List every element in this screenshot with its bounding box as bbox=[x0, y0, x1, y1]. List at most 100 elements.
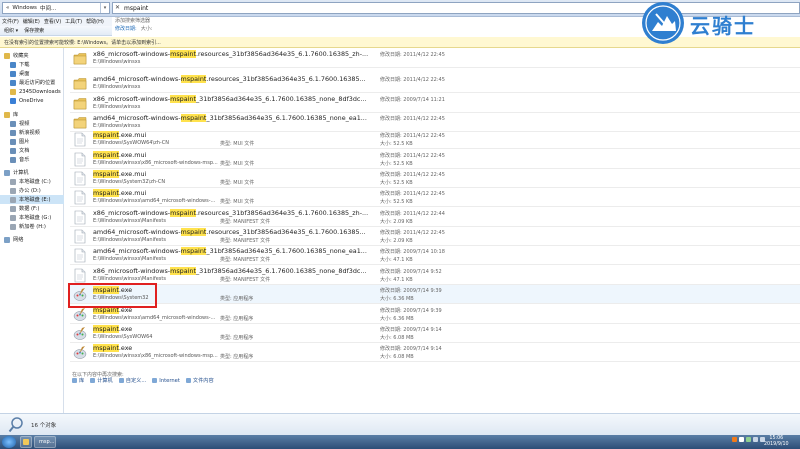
file-modified-date: 修改日期: 2009/7/14 9:14 bbox=[380, 345, 442, 352]
nav-item[interactable]: 音乐 bbox=[0, 155, 64, 164]
search-again-custom[interactable]: 自定义... bbox=[118, 377, 146, 384]
search-term-highlight: mspaint bbox=[180, 228, 207, 236]
nav-item[interactable]: 2345Downloads bbox=[0, 87, 64, 96]
nav-item-label: 桌面 bbox=[19, 71, 30, 77]
paint-app-icon bbox=[73, 327, 87, 340]
file-size: 大小: 6.08 MB bbox=[380, 335, 414, 341]
result-row[interactable]: mspaint.exe E:\Windows\winsxs\amd64_micro… bbox=[70, 305, 800, 324]
menu-help[interactable]: 帮助(H) bbox=[86, 18, 104, 25]
menu-edit[interactable]: 编辑(E) bbox=[23, 18, 40, 25]
search-term-highlight: mspaint bbox=[170, 267, 196, 275]
nav-item[interactable]: 收藏夹 bbox=[0, 51, 64, 60]
address-part[interactable]: 中间... bbox=[40, 4, 56, 12]
nav-item[interactable]: 数据 (F:) bbox=[0, 204, 64, 213]
nav-item-icon bbox=[10, 187, 16, 194]
search-again-internet[interactable]: Internet bbox=[152, 377, 180, 384]
save-search-button[interactable]: 保存搜索 bbox=[24, 27, 44, 34]
nav-item[interactable]: 计算机 bbox=[0, 168, 64, 177]
folder-icon bbox=[23, 439, 29, 445]
result-row[interactable]: amd64_microsoft-windows-mspaint.resource… bbox=[70, 74, 800, 93]
nav-item-icon bbox=[10, 70, 16, 77]
file-modified-date: 修改日期: 2011/4/12 22:45 bbox=[380, 190, 445, 197]
watermark-text: 云骑士 bbox=[690, 14, 756, 38]
network-icon[interactable] bbox=[746, 437, 751, 442]
result-row[interactable]: mspaint.exe.mui E:\Windows\winsxs\amd64_m… bbox=[70, 188, 800, 207]
search-input[interactable]: mspaint bbox=[124, 5, 148, 12]
input-mode-icon[interactable] bbox=[739, 437, 744, 442]
nav-item-icon bbox=[4, 111, 10, 118]
nav-item[interactable]: 最近访问的位置 bbox=[0, 78, 64, 87]
start-button[interactable] bbox=[2, 436, 16, 448]
close-icon[interactable]: ✕ bbox=[115, 5, 121, 11]
file-modified-date: 修改日期: 2011/4/12 22:45 bbox=[380, 152, 445, 159]
nav-item[interactable]: 网络 bbox=[0, 235, 64, 244]
taskbar-explorer[interactable] bbox=[20, 436, 32, 448]
taskbar-mspaint[interactable]: msp... bbox=[34, 436, 56, 448]
nav-item[interactable]: 新加卷 (H:) bbox=[0, 222, 64, 231]
nav-item-label: 本地磁盘 (E:) bbox=[19, 197, 51, 203]
nav-item[interactable]: 本地磁盘 (C:) bbox=[0, 177, 64, 186]
menu-file[interactable]: 文件(F) bbox=[2, 18, 19, 25]
nav-item[interactable]: 图片 bbox=[0, 137, 64, 146]
chevron-down-icon[interactable]: ▾ bbox=[100, 3, 109, 13]
nav-item[interactable]: 桌面 bbox=[0, 69, 64, 78]
result-row[interactable]: mspaint.exe.mui E:\Windows\winsxs\x86_mic… bbox=[70, 150, 800, 169]
result-row[interactable]: x86_microsoft-windows-mspaint.resources_… bbox=[70, 208, 800, 227]
file-type: 类型: MUI 文件 bbox=[220, 199, 255, 205]
result-row[interactable]: mspaint.exe E:\Windows\SysWOW64 类型: 应用程序 修改… bbox=[70, 324, 800, 343]
result-row[interactable]: x86_microsoft-windows-mspaint.resources_… bbox=[70, 49, 800, 68]
clock[interactable]: 15:06 2019/9/10 bbox=[764, 436, 789, 448]
address-bar[interactable]: « Windows 中间... ▾ bbox=[2, 2, 110, 14]
nav-item[interactable]: 库 bbox=[0, 110, 64, 119]
search-term-highlight: mspaint bbox=[170, 95, 196, 103]
ime-icon[interactable] bbox=[732, 437, 737, 442]
nav-item[interactable]: 本地磁盘 (E:) bbox=[0, 195, 64, 204]
menu-tools[interactable]: 工具(T) bbox=[65, 18, 82, 25]
nav-item[interactable]: 办公 (D:) bbox=[0, 186, 64, 195]
result-row[interactable]: mspaint.exe.mui E:\Windows\SysWOW64\zh-CN… bbox=[70, 130, 800, 149]
nav-item[interactable]: 本地磁盘 (G:) bbox=[0, 213, 64, 222]
document-icon bbox=[74, 171, 86, 186]
file-path: E:\Windows\SysWOW64 bbox=[93, 334, 153, 340]
address-part[interactable]: Windows bbox=[12, 5, 37, 11]
nav-item-label: 库 bbox=[13, 112, 19, 118]
result-row[interactable]: mspaint.exe E:\Windows\System32 类型: 应用程序 修改… bbox=[70, 285, 800, 304]
search-again-computer[interactable]: 计算机 bbox=[90, 377, 113, 384]
globe-icon bbox=[152, 378, 158, 383]
search-again-libraries[interactable]: 库 bbox=[72, 377, 84, 384]
search-again-file-contents[interactable]: 文件内容 bbox=[185, 377, 214, 384]
document-icon bbox=[74, 268, 86, 283]
result-row[interactable]: x86_microsoft-windows-mspaint_31bf3856ad… bbox=[70, 94, 800, 113]
result-row[interactable]: amd64_microsoft-windows-mspaint_31bf3856… bbox=[70, 246, 800, 265]
address-part: « bbox=[6, 5, 10, 11]
nav-item[interactable]: OneDrive bbox=[0, 96, 64, 105]
search-results-list: x86_microsoft-windows-mspaint.resources_… bbox=[65, 48, 800, 413]
file-name: mspaint.exe bbox=[93, 344, 133, 352]
nav-item-label: 收藏夹 bbox=[13, 53, 29, 59]
file-name: mspaint.exe bbox=[93, 325, 133, 333]
file-type: 类型: MANIFEST 文件 bbox=[220, 219, 271, 225]
nav-item-icon bbox=[10, 129, 16, 136]
organize-button[interactable]: 组织 ▾ bbox=[4, 27, 18, 34]
nav-item[interactable]: 下载 bbox=[0, 60, 64, 69]
nav-item-icon bbox=[10, 214, 16, 221]
result-row[interactable]: x86_microsoft-windows-mspaint_31bf3856ad… bbox=[70, 266, 800, 285]
file-name: x86_microsoft-windows-mspaint.resources_… bbox=[93, 50, 369, 58]
result-row[interactable]: mspaint.exe E:\Windows\winsxs\x86_microso… bbox=[70, 343, 800, 362]
filter-date-modified[interactable]: 修改日期: bbox=[115, 25, 137, 32]
filter-size[interactable]: 大小: bbox=[141, 25, 153, 32]
result-row[interactable]: mspaint.exe.mui E:\Windows\System32\zh-CN… bbox=[70, 169, 800, 188]
file-path: E:\Windows\winsxs bbox=[93, 84, 141, 90]
nav-item-label: 本地磁盘 (G:) bbox=[19, 215, 52, 221]
nav-item[interactable]: 视频 bbox=[0, 119, 64, 128]
command-bar: 组织 ▾ 保存搜索 bbox=[0, 26, 112, 36]
nav-item[interactable]: 新浪视频 bbox=[0, 128, 64, 137]
navigation-pane: 收藏夹 下载桌面 最近访问的位置 2345Downloads OneDrive 库视频 新浪… bbox=[0, 48, 64, 413]
nav-item-label: 2345Downloads bbox=[19, 88, 61, 95]
nav-item[interactable]: 文档 bbox=[0, 146, 64, 155]
volume-icon[interactable] bbox=[753, 437, 758, 442]
file-name: amd64_microsoft-windows-mspaint.resource… bbox=[93, 75, 366, 83]
menu-view[interactable]: 查看(V) bbox=[44, 18, 61, 25]
result-row[interactable]: amd64_microsoft-windows-mspaint.resource… bbox=[70, 227, 800, 246]
file-name: mspaint.exe.mui bbox=[93, 131, 147, 139]
